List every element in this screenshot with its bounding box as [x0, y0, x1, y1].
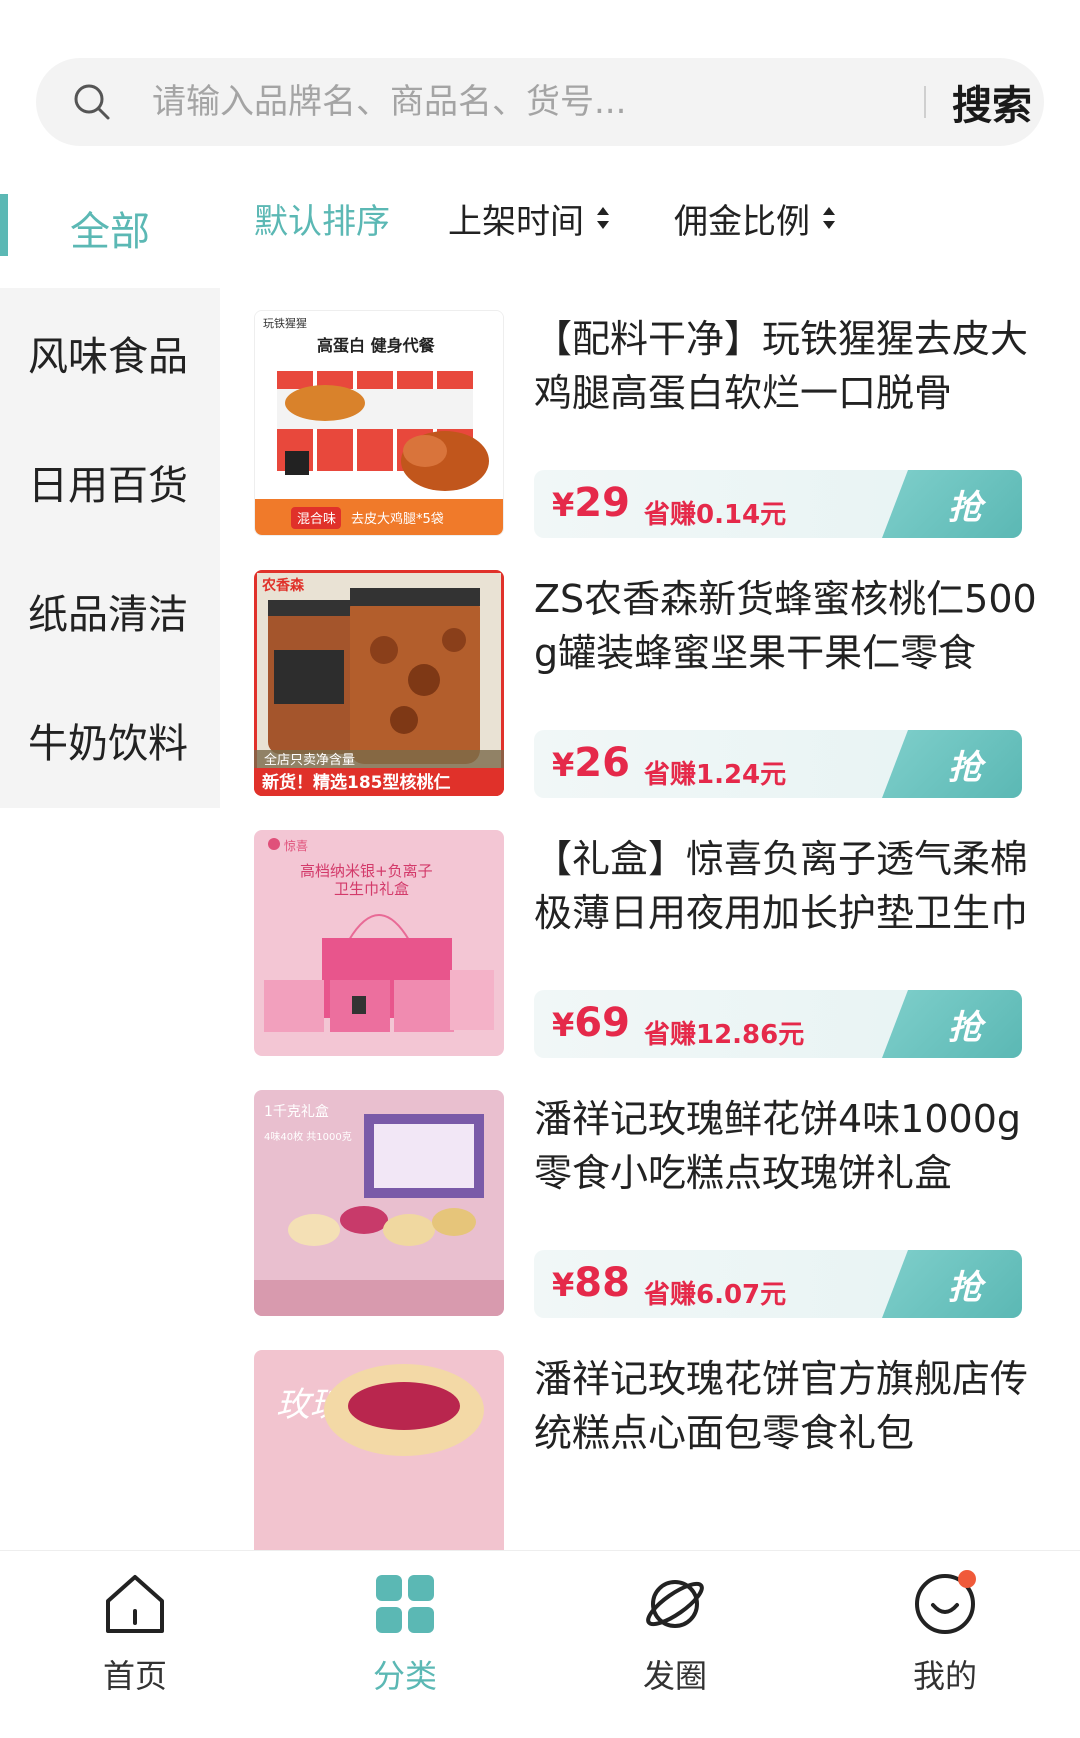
- price-value: 88: [574, 1260, 630, 1306]
- sort-by-time[interactable]: 上架时间: [448, 194, 610, 243]
- product-image[interactable]: 农香森 全店只卖净含量 新货！精选185型核桃仁: [254, 570, 504, 796]
- product-image[interactable]: 1千克礼盒 4味40枚 共1000克: [254, 1090, 504, 1316]
- product-card[interactable]: 1千克礼盒 4味40枚 共1000克 潘祥记玫瑰鲜花饼4味1000g零食小吃糕点…: [254, 1090, 1044, 1320]
- product-image[interactable]: 惊喜 高档纳米银+负离子 卫生巾礼盒: [254, 830, 504, 1056]
- notification-dot: [958, 1570, 976, 1588]
- thumb-line1: 高档纳米银+负离子: [300, 862, 433, 880]
- nav-home[interactable]: 首页: [0, 1551, 270, 1738]
- search-button[interactable]: 搜索: [940, 58, 1044, 146]
- product-title[interactable]: 【配料干净】玩铁猩猩去皮大鸡腿高蛋白软烂一口脱骨: [534, 312, 1044, 420]
- grid-icon: [376, 1575, 434, 1633]
- nav-label: 我的: [912, 1657, 977, 1695]
- sidebar-item-label: 全部: [70, 209, 150, 255]
- grab-button[interactable]: 抢: [882, 1250, 1022, 1318]
- thumb-sub: 4味40枚 共1000克: [264, 1130, 352, 1143]
- sort-arrows-icon: [823, 207, 835, 229]
- gift-box-product-image: 惊喜 高档纳米银+负离子 卫生巾礼盒: [254, 830, 504, 1056]
- sort-by-commission[interactable]: 佣金比例: [674, 194, 836, 243]
- product-card[interactable]: 惊喜 高档纳米银+负离子 卫生巾礼盒 【礼盒】惊喜负离子透气柔棉极薄日用夜用加长…: [254, 830, 1044, 1060]
- home-icon: [106, 1575, 164, 1633]
- thumb-subtitle: 高蛋白 健身代餐: [317, 336, 436, 355]
- price-bar: ¥69 省赚12.86元 抢: [534, 990, 1022, 1058]
- sidebar-item-paper-cleaning[interactable]: 纸品清洁: [0, 546, 220, 675]
- product-image[interactable]: 玫瑰: [254, 1350, 504, 1550]
- price-value: 26: [574, 740, 630, 786]
- sidebar-category-list: 风味食品 日用百货 纸品清洁 牛奶饮料: [0, 288, 220, 808]
- sort-default-label: 默认排序: [254, 201, 390, 242]
- thumb-tag: 混合味: [297, 512, 336, 527]
- product-card[interactable]: 农香森 全店只卖净含量 新货！精选185型核桃仁 ZS农香森新货蜂蜜核桃仁500…: [254, 570, 1044, 800]
- thumb-brand: 惊喜: [284, 838, 308, 853]
- nav-profile[interactable]: 我的: [810, 1551, 1080, 1738]
- grab-button[interactable]: 抢: [882, 730, 1022, 798]
- chicken-leg-product-image: 玩铁猩猩 高蛋白 健身代餐 混合味 去皮大鸡腿*5袋: [255, 311, 503, 535]
- product-image[interactable]: 玩铁猩猩 高蛋白 健身代餐 混合味 去皮大鸡腿*5袋: [254, 310, 504, 536]
- search-input[interactable]: [152, 58, 912, 146]
- price-bar: ¥88 省赚6.07元 抢: [534, 1250, 1022, 1318]
- price-bar: ¥26 省赚1.24元 抢: [534, 730, 1022, 798]
- nav-moments[interactable]: 发圈: [540, 1551, 810, 1738]
- product-title[interactable]: ZS农香森新货蜂蜜核桃仁500g罐装蜂蜜坚果干果仁零食: [534, 572, 1044, 680]
- thumb-brand: 玩铁猩猩: [263, 316, 307, 330]
- search-divider: [924, 86, 926, 118]
- price-value: 29: [574, 480, 630, 526]
- product-price: ¥88: [552, 1260, 630, 1306]
- active-indicator: [0, 194, 8, 256]
- grab-label: 抢: [948, 1268, 982, 1307]
- thumb-footer: 去皮大鸡腿*5袋: [351, 511, 444, 527]
- price-bar: ¥29 省赚0.14元 抢: [534, 470, 1022, 538]
- sort-default[interactable]: 默认排序: [254, 194, 390, 243]
- product-card[interactable]: 玫瑰 潘祥记玫瑰花饼官方旗舰店传统糕点心面包零食礼包: [254, 1350, 1044, 1550]
- thumb-brand: 农香森: [261, 577, 305, 594]
- grab-label: 抢: [948, 1008, 982, 1047]
- grab-label: 抢: [948, 748, 982, 787]
- sidebar-item-flavor-food[interactable]: 风味食品: [0, 288, 220, 417]
- commission-text: 省赚1.24元: [644, 760, 787, 790]
- thumb-footer: 新货！精选185型核桃仁: [262, 772, 451, 793]
- bottom-nav: 首页 分类 发圈 我的: [0, 1550, 1080, 1738]
- rose-cake-product-image: 玫瑰: [254, 1350, 504, 1550]
- nav-category[interactable]: 分类: [270, 1551, 540, 1738]
- nav-label: 分类: [372, 1657, 437, 1695]
- sidebar-item-all[interactable]: 全部: [0, 170, 220, 286]
- thumb-note: 全店只卖净含量: [264, 752, 355, 768]
- grab-button[interactable]: 抢: [882, 990, 1022, 1058]
- price-value: 69: [574, 1000, 630, 1046]
- sort-time-label: 上架时间: [448, 201, 584, 242]
- commission-text: 省赚12.86元: [644, 1020, 805, 1050]
- nav-label: 发圈: [642, 1657, 707, 1695]
- sidebar-item-milk-drinks[interactable]: 牛奶饮料: [0, 675, 220, 804]
- thumb-line2: 卫生巾礼盒: [334, 880, 409, 898]
- product-price: ¥26: [552, 740, 630, 786]
- sidebar-item-daily-goods[interactable]: 日用百货: [0, 417, 220, 546]
- product-title[interactable]: 【礼盒】惊喜负离子透气柔棉极薄日用夜用加长护垫卫生巾: [534, 832, 1044, 940]
- search-bar: 搜索: [36, 58, 1044, 146]
- thumb-title: 1千克礼盒: [264, 1103, 329, 1120]
- search-icon: [74, 84, 110, 120]
- flower-cake-product-image: 1千克礼盒 4味40枚 共1000克: [254, 1090, 504, 1316]
- sort-arrows-icon: [597, 207, 609, 229]
- product-card[interactable]: 玩铁猩猩 高蛋白 健身代餐 混合味 去皮大鸡腿*5袋 【配料干净】玩铁猩猩去皮大…: [254, 310, 1044, 540]
- grab-button[interactable]: 抢: [882, 470, 1022, 538]
- product-title[interactable]: 潘祥记玫瑰花饼官方旗舰店传统糕点心面包零食礼包: [534, 1352, 1044, 1460]
- product-price: ¥69: [552, 1000, 630, 1046]
- product-price: ¥29: [552, 480, 630, 526]
- walnut-product-image: 农香森 全店只卖净含量 新货！精选185型核桃仁: [254, 570, 504, 796]
- planet-icon: [646, 1580, 704, 1628]
- nav-label: 首页: [102, 1657, 167, 1695]
- commission-text: 省赚0.14元: [644, 500, 787, 530]
- grab-label: 抢: [948, 488, 982, 527]
- product-title[interactable]: 潘祥记玫瑰鲜花饼4味1000g零食小吃糕点玫瑰饼礼盒: [534, 1092, 1044, 1200]
- sort-bar: 默认排序 上架时间 佣金比例: [254, 186, 836, 250]
- sort-commission-label: 佣金比例: [674, 201, 810, 242]
- commission-text: 省赚6.07元: [644, 1280, 787, 1310]
